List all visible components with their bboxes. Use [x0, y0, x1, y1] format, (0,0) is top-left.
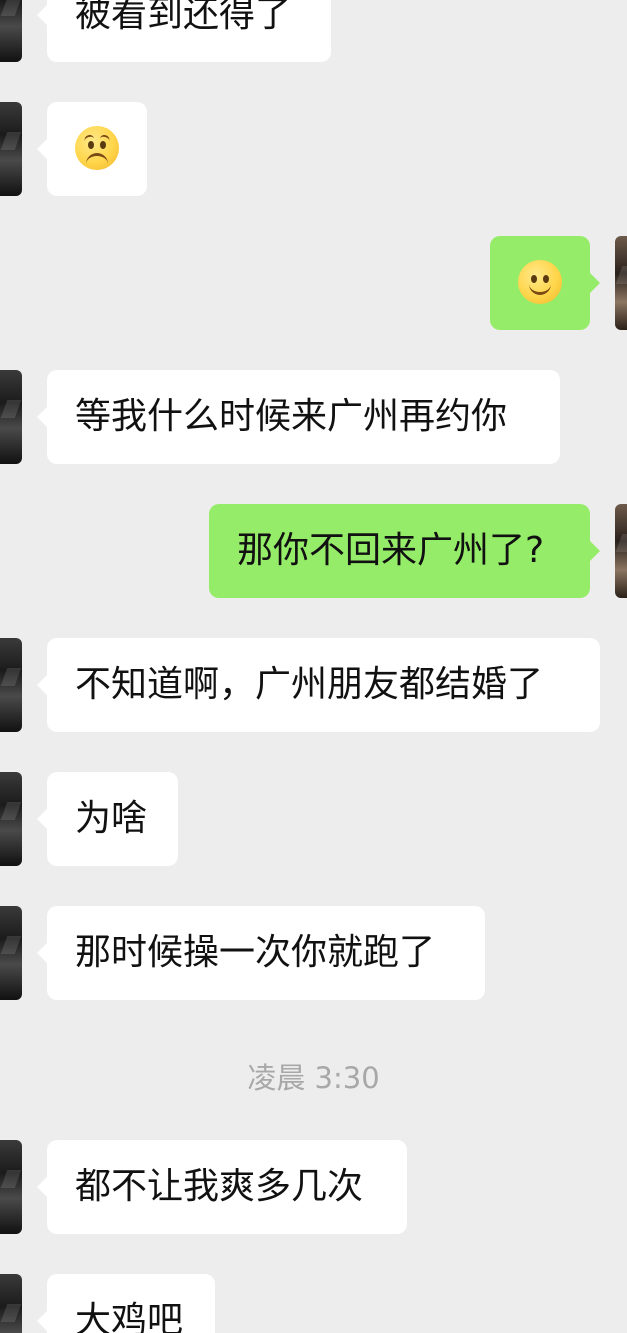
message-row: 那你不回来广州了?: [0, 504, 627, 598]
message-bubble-incoming[interactable]: 被看到还得了: [37, 0, 331, 62]
chat-message-list[interactable]: 被看到还得了 等我什么时候来广州再约你 那你不回来广州了? 不知道啊，广州朋友都…: [0, 0, 627, 1333]
message-text: 那你不回来广州了?: [237, 530, 545, 571]
message-row: [0, 236, 627, 330]
message-row: 不知道啊，广州朋友都结婚了: [0, 638, 627, 732]
contact-avatar[interactable]: [0, 1274, 22, 1333]
message-row: 等我什么时候来广州再约你: [0, 370, 627, 464]
message-row: 都不让我爽多几次: [0, 1140, 627, 1234]
message-bubble-incoming[interactable]: 等我什么时候来广州再约你: [37, 370, 560, 464]
message-row: 大鸡吧: [0, 1274, 627, 1333]
contact-avatar[interactable]: [0, 772, 22, 866]
message-bubble-incoming[interactable]: [37, 102, 147, 196]
message-row: 为啥: [0, 772, 627, 866]
contact-avatar[interactable]: [0, 1140, 22, 1234]
message-bubble-incoming[interactable]: 那时候操一次你就跑了: [37, 906, 485, 1000]
message-text: 大鸡吧: [75, 1300, 184, 1333]
message-bubble-incoming[interactable]: 为啥: [37, 772, 178, 866]
message-row: 被看到还得了: [0, 0, 627, 62]
my-avatar[interactable]: [615, 504, 627, 598]
pleading-face-emoji: [75, 126, 119, 170]
contact-avatar[interactable]: [0, 370, 22, 464]
message-bubble-outgoing[interactable]: 那你不回来广州了?: [209, 504, 600, 598]
contact-avatar[interactable]: [0, 638, 22, 732]
message-text: 都不让我爽多几次: [75, 1166, 364, 1207]
message-text: 被看到还得了: [75, 0, 292, 35]
message-text: 等我什么时候来广州再约你: [75, 396, 508, 437]
contact-avatar[interactable]: [0, 0, 22, 62]
smiling-face-emoji: [518, 260, 562, 304]
message-bubble-incoming[interactable]: 大鸡吧: [37, 1274, 215, 1333]
message-bubble-incoming[interactable]: 都不让我爽多几次: [37, 1140, 407, 1234]
message-bubble-outgoing[interactable]: [490, 236, 600, 330]
message-text: 为啥: [75, 798, 148, 839]
message-text: 不知道啊，广州朋友都结婚了: [75, 664, 544, 705]
message-row: 那时候操一次你就跑了: [0, 906, 627, 1000]
message-text: 那时候操一次你就跑了: [75, 932, 436, 973]
message-bubble-incoming[interactable]: 不知道啊，广州朋友都结婚了: [37, 638, 600, 732]
contact-avatar[interactable]: [0, 102, 22, 196]
message-timestamp: 凌晨 3:30: [247, 1061, 380, 1095]
contact-avatar[interactable]: [0, 906, 22, 1000]
my-avatar[interactable]: [615, 236, 627, 330]
message-row: [0, 102, 627, 196]
